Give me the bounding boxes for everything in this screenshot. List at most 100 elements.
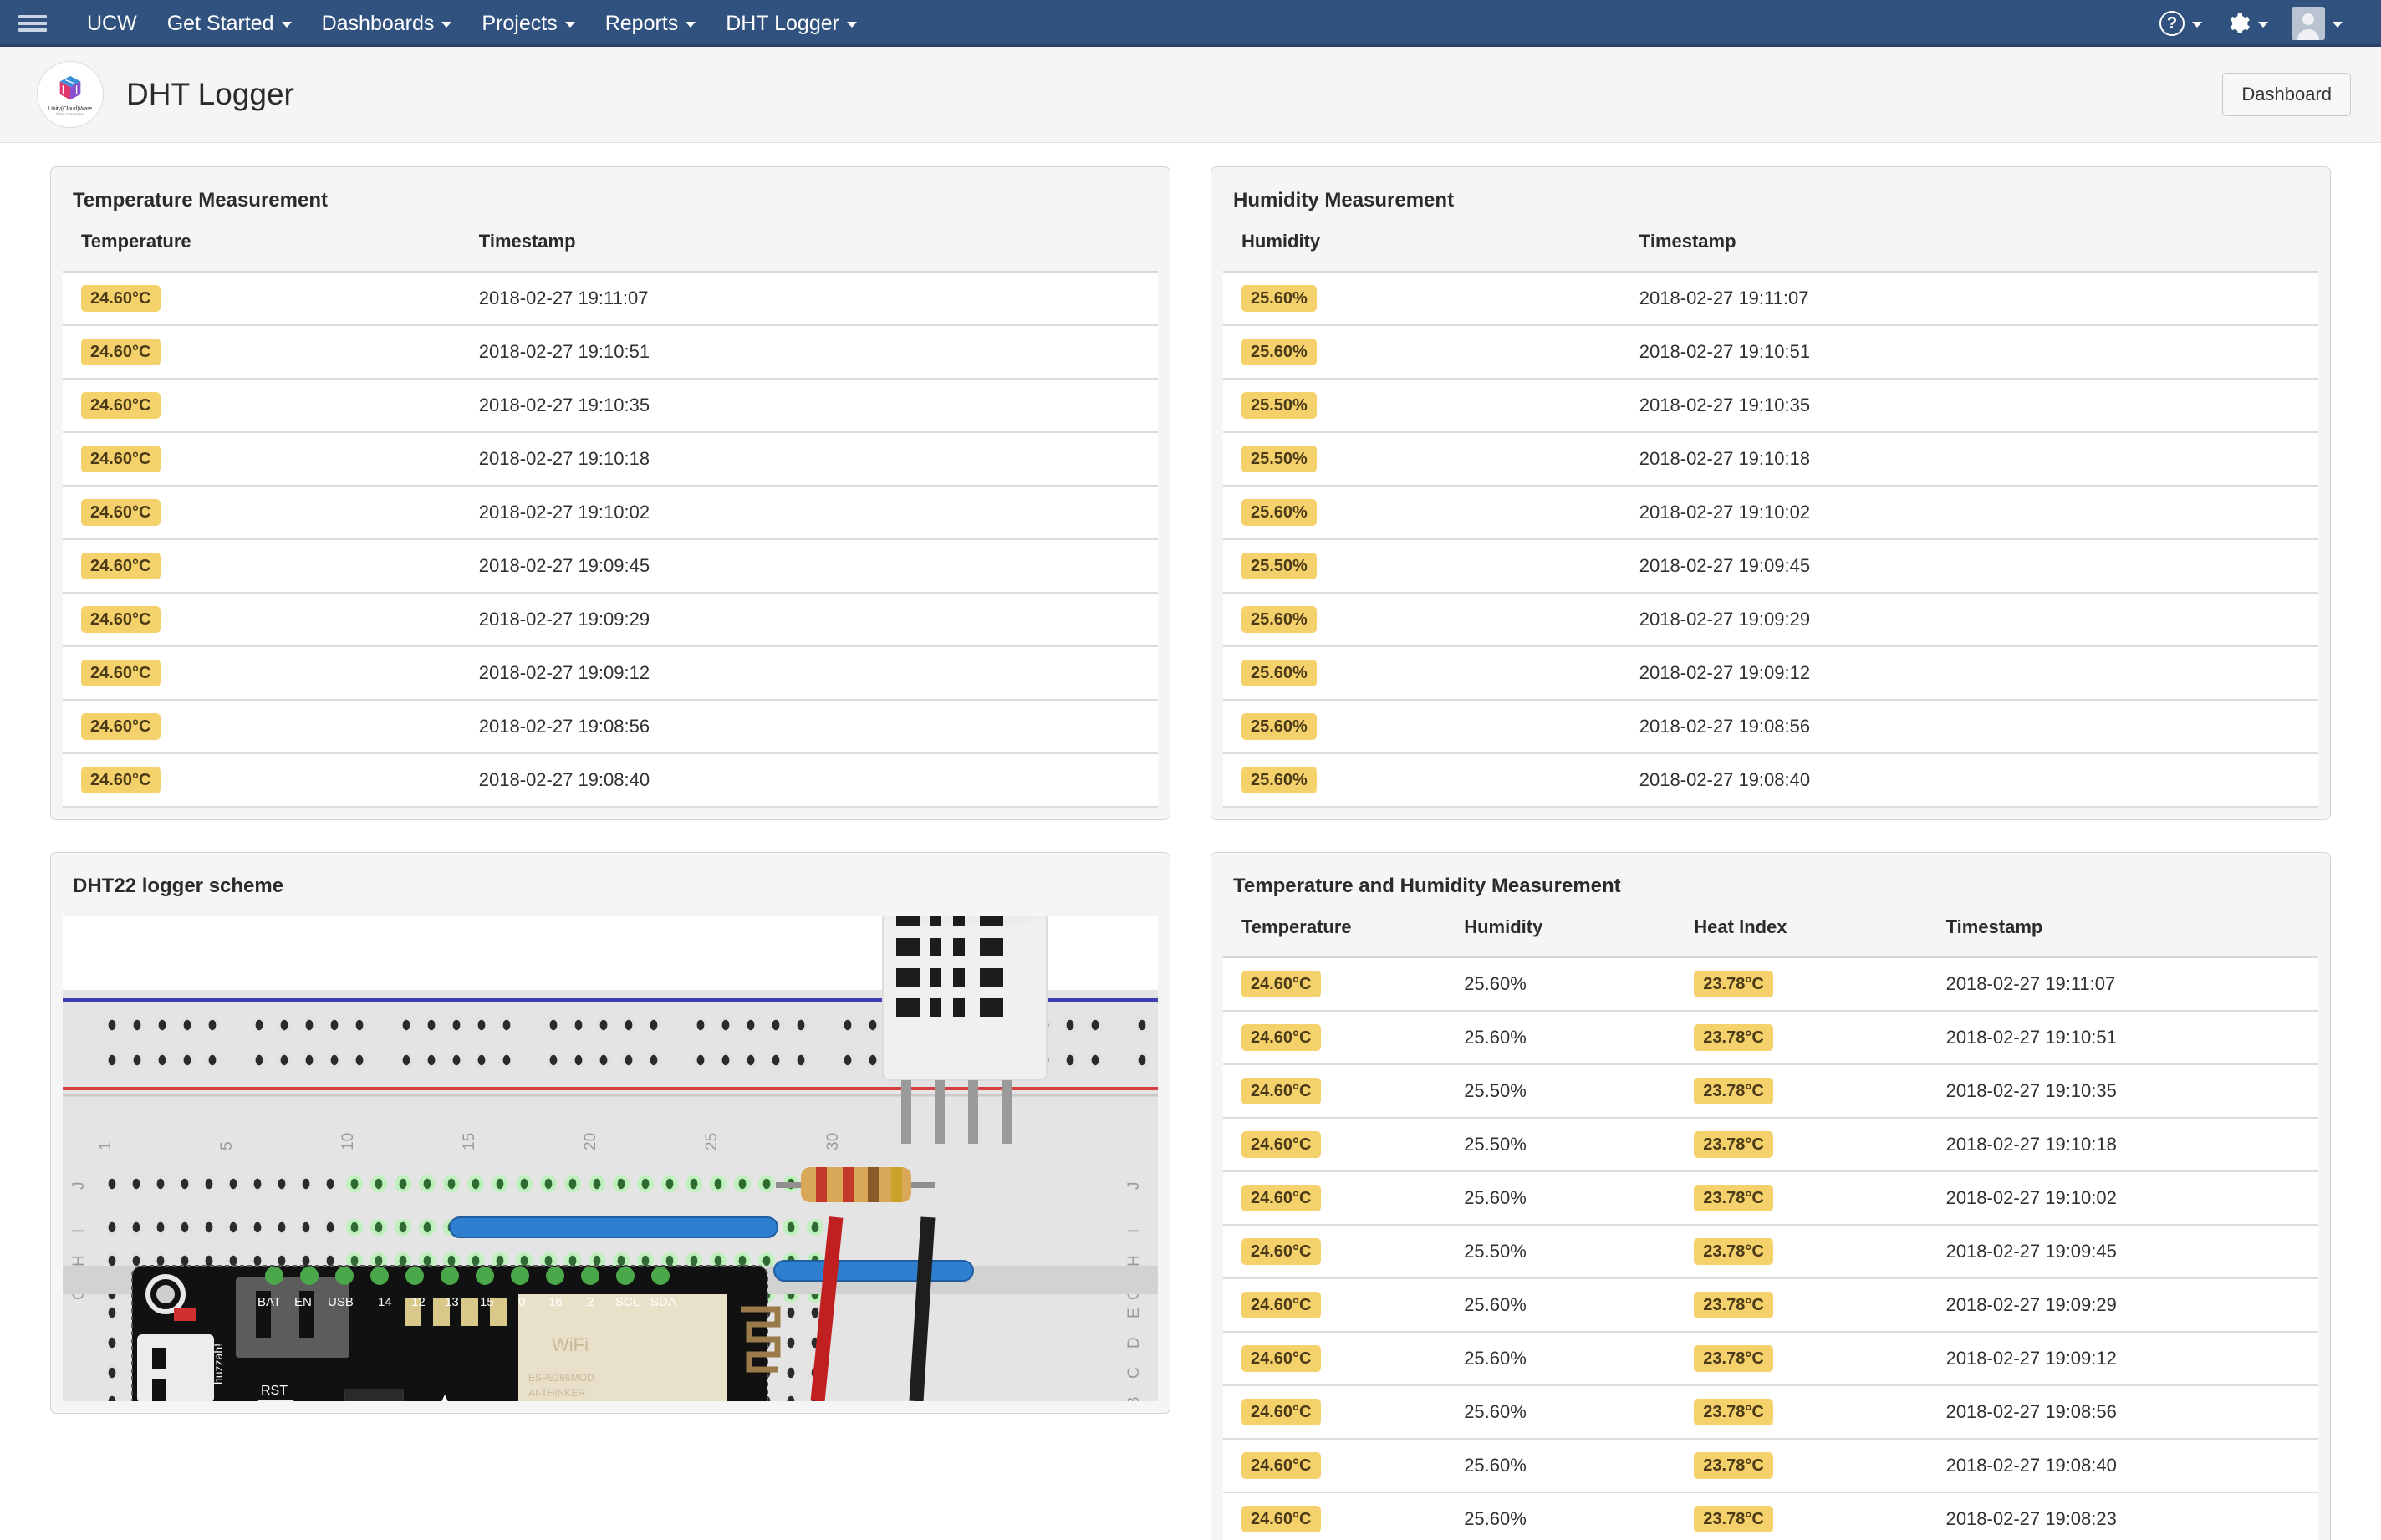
temperature-table-body: 24.60°C 2018-02-27 19:11:07 24.60°C 2018-02…: [63, 272, 1158, 808]
cell-temperature-badge: 24.60°C: [81, 660, 161, 686]
cell-heat-index: 23.78°C: [1694, 957, 1946, 1012]
cell-temperature-badge: 24.60°C: [1241, 1185, 1321, 1211]
svg-text:13: 13: [445, 1295, 459, 1309]
cell-temperature-badge: 24.60°C: [81, 713, 161, 740]
cell-heat-index-badge: 23.78°C: [1694, 1452, 1773, 1479]
hamburger-icon[interactable]: [18, 13, 47, 34]
table-row: 24.60°C 2018-02-27 19:08:56: [63, 700, 1158, 754]
cell-humidity-badge: 25.50%: [1241, 392, 1317, 419]
table-row: 24.60°C 25.60% 23.78°C 2018-02-27 19:08:23: [1223, 1492, 2318, 1540]
humidity-table: Humidity Timestamp 25.60% 2018-02-27 19:1…: [1223, 231, 2318, 808]
column-header-timestamp: Timestamp: [478, 231, 1158, 273]
cell-timestamp: 2018-02-27 19:10:18: [478, 432, 1158, 487]
cell-timestamp: 2018-02-27 19:09:45: [1945, 1225, 2318, 1279]
table-row: 24.60°C 25.60% 23.78°C 2018-02-27 19:09:12: [1223, 1332, 2318, 1386]
cell-temperature: 24.60°C: [1223, 1439, 1465, 1493]
svg-text:ESP8266MOD: ESP8266MOD: [528, 1372, 594, 1384]
svg-text:I: I: [70, 1229, 88, 1233]
svg-text:12: 12: [411, 1295, 426, 1309]
cell-humidity: 25.60%: [1223, 753, 1639, 808]
cell-heat-index: 23.78°C: [1694, 1332, 1946, 1386]
cell-temperature: 24.60°C: [63, 753, 479, 808]
cell-timestamp: 2018-02-27 19:08:56: [478, 700, 1158, 754]
nav-item-label: DHT Logger: [726, 11, 839, 35]
cell-temperature: 24.60°C: [63, 539, 479, 594]
gear-icon: [2230, 13, 2250, 33]
cell-heat-index-badge: 23.78°C: [1694, 1292, 1773, 1318]
svg-text:J: J: [1125, 1182, 1143, 1191]
user-avatar-icon: [2292, 7, 2325, 40]
cell-temperature-badge: 24.60°C: [81, 392, 161, 419]
main-content: Temperature Measurement Temperature Time…: [0, 143, 2381, 1540]
cell-humidity-badge: 25.60%: [1241, 499, 1317, 526]
cell-humidity: 25.60%: [1464, 1011, 1695, 1065]
combined-column: Temperature and Humidity Measurement Tem…: [1211, 852, 2331, 1540]
cell-heat-index-badge: 23.78°C: [1694, 1506, 1773, 1532]
combined-table: Temperature Humidity Heat Index Timestam…: [1223, 916, 2318, 1540]
cell-temperature: 24.60°C: [1223, 1278, 1465, 1333]
cell-temperature: 24.60°C: [63, 593, 479, 647]
cell-heat-index: 23.78°C: [1694, 1171, 1946, 1226]
top-navbar: UCW Get Started Dashboards Projects Repo…: [0, 0, 2381, 47]
svg-text:huzzah!: huzzah!: [212, 1344, 225, 1384]
cell-timestamp: 2018-02-27 19:09:29: [1639, 593, 2318, 647]
nav-item-reports[interactable]: Reports: [590, 0, 711, 48]
chevron-down-icon: [2333, 22, 2343, 28]
nav-item-ucw[interactable]: UCW: [72, 0, 152, 48]
table-row: 24.60°C 2018-02-27 19:09:45: [63, 539, 1158, 594]
nav-right-group: ?: [2149, 0, 2363, 48]
svg-text:15: 15: [480, 1295, 494, 1309]
blue-jumper-wire-1: [449, 1216, 778, 1238]
nav-item-get-started[interactable]: Get Started: [152, 0, 307, 48]
cell-timestamp: 2018-02-27 19:09:29: [478, 593, 1158, 647]
nav-item-label: UCW: [87, 11, 137, 35]
cell-timestamp: 2018-02-27 19:10:18: [1639, 432, 2318, 487]
help-icon: ?: [2159, 11, 2185, 36]
table-row: 24.60°C 2018-02-27 19:10:51: [63, 325, 1158, 380]
cell-temperature-badge: 24.60°C: [81, 767, 161, 793]
table-row: 24.60°C 25.50% 23.78°C 2018-02-27 19:10:18: [1223, 1118, 2318, 1172]
breadboard-column-number: 1: [97, 1141, 115, 1150]
breadboard-column-number: 20: [582, 1133, 599, 1150]
cell-heat-index-badge: 23.78°C: [1694, 1024, 1773, 1051]
cell-temperature: 24.60°C: [63, 325, 479, 380]
nav-item-dashboards[interactable]: Dashboards: [307, 0, 467, 48]
breadboard-column-number: 25: [703, 1133, 721, 1150]
svg-text:16: 16: [548, 1295, 563, 1309]
content-row-2: DHT22 logger scheme 1 5 10 15 20 25 30 J…: [50, 852, 2331, 1540]
table-row: 24.60°C 2018-02-27 19:10:02: [63, 486, 1158, 540]
table-row: 25.50% 2018-02-27 19:10:18: [1223, 432, 2318, 487]
cell-timestamp: 2018-02-27 19:10:35: [478, 379, 1158, 433]
column-header-heat-index: Heat Index: [1694, 916, 1946, 958]
cell-temperature-badge: 24.60°C: [1241, 1238, 1321, 1265]
temperature-column: Temperature Measurement Temperature Time…: [50, 166, 1170, 852]
help-menu[interactable]: ?: [2149, 3, 2212, 44]
app-logo: Unity(Cloud)Ware Think Connected: [37, 61, 104, 128]
nav-menu: UCW Get Started Dashboards Projects Repo…: [72, 0, 872, 48]
temperature-humidity-card: Temperature and Humidity Measurement Tem…: [1211, 852, 2331, 1540]
table-row: 24.60°C 25.60% 23.78°C 2018-02-27 19:10:51: [1223, 1011, 2318, 1065]
nav-item-projects[interactable]: Projects: [467, 0, 589, 48]
cell-humidity: 25.60%: [1223, 272, 1639, 326]
cell-timestamp: 2018-02-27 19:09:45: [1639, 539, 2318, 594]
card-title: Temperature and Humidity Measurement: [1233, 875, 1621, 897]
navbar-divider: [0, 44, 2381, 47]
dashboard-button[interactable]: Dashboard: [2222, 73, 2351, 116]
table-row: 24.60°C 2018-02-27 19:08:40: [63, 753, 1158, 808]
cell-humidity: 25.60%: [1464, 1278, 1695, 1333]
cell-heat-index: 23.78°C: [1694, 1492, 1946, 1540]
svg-text:AI-THINKER: AI-THINKER: [528, 1387, 585, 1399]
nav-item-dht-logger[interactable]: DHT Logger: [711, 0, 872, 48]
cell-humidity-badge: 25.60%: [1241, 660, 1317, 686]
combined-table-body: 24.60°C 25.60% 23.78°C 2018-02-27 19:11:07 2…: [1223, 957, 2318, 1540]
cell-heat-index-badge: 23.78°C: [1694, 1078, 1773, 1104]
cell-timestamp: 2018-02-27 19:10:02: [478, 486, 1158, 540]
chevron-down-icon: [846, 22, 857, 28]
cell-humidity: 25.60%: [1223, 325, 1639, 380]
settings-menu[interactable]: [2215, 3, 2278, 44]
table-row: 25.50% 2018-02-27 19:10:35: [1223, 379, 2318, 433]
cell-temperature: 24.60°C: [1223, 1225, 1465, 1279]
user-menu[interactable]: [2282, 0, 2353, 48]
cell-timestamp: 2018-02-27 19:10:02: [1945, 1171, 2318, 1226]
table-row: 24.60°C 25.50% 23.78°C 2018-02-27 19:09:45: [1223, 1225, 2318, 1279]
